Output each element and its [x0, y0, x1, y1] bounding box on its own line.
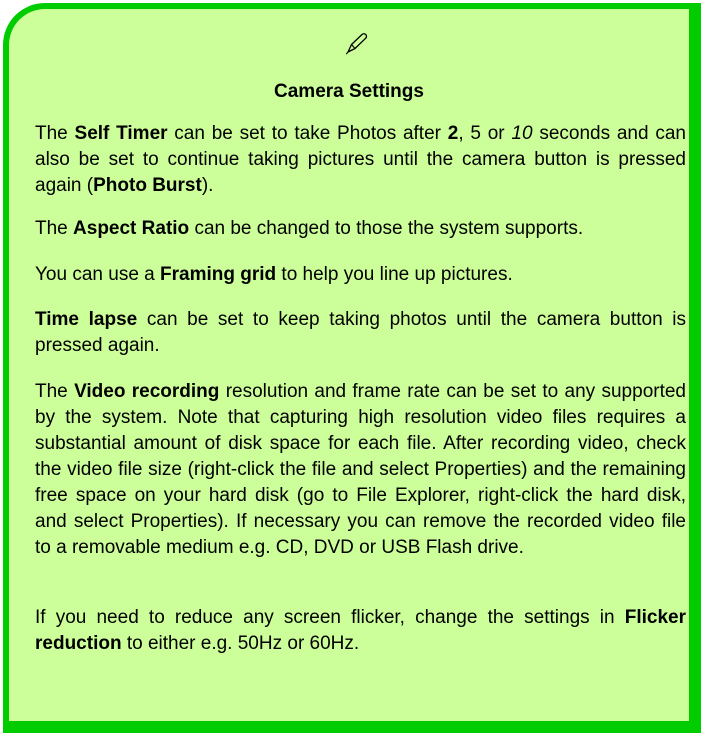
text-segment: ).	[201, 175, 214, 196]
paragraph-aspect-ratio: The Aspect Ratio can be changed to those…	[35, 216, 686, 242]
text-segment: The	[35, 123, 75, 144]
term-self-timer: Self Timer	[74, 123, 168, 144]
text-segment: If you need to reduce any screen flicker…	[35, 607, 625, 628]
value-two-seconds: 2	[447, 123, 459, 144]
text-segment: to help you line up pictures.	[276, 264, 513, 285]
term-time-lapse: Time lapse	[35, 309, 138, 330]
note-title: Camera Settings	[274, 81, 424, 102]
text-segment: resolution and frame rate can be set to …	[35, 381, 686, 558]
term-aspect-ratio: Aspect Ratio	[73, 218, 190, 239]
paragraph-framing-grid: You can use a Framing grid to help you l…	[35, 262, 686, 288]
term-framing-grid: Framing grid	[160, 264, 277, 285]
value-ten-seconds: 10	[511, 123, 533, 144]
text-segment: The	[35, 218, 74, 239]
pen-icon	[345, 33, 368, 55]
text-segment: You can use a	[35, 264, 161, 285]
text-segment: to either e.g. 50Hz or 60Hz.	[121, 633, 360, 654]
text-segment: can be set to take Photos after	[167, 123, 448, 144]
paragraph-flicker-reduction: If you need to reduce any screen flicker…	[35, 605, 686, 657]
text-segment: can be changed to those the system suppo…	[189, 218, 584, 239]
paragraph-self-timer: The Self Timer can be set to take Photos…	[35, 121, 686, 199]
paragraph-video-recording: The Video recording resolution and frame…	[35, 379, 686, 561]
term-photo-burst: Photo Burst	[93, 175, 202, 196]
paragraph-time-lapse: Time lapse can be set to keep taking pho…	[35, 307, 686, 359]
term-video-recording: Video recording	[74, 381, 220, 402]
text-segment: , 5 or	[458, 123, 512, 144]
note-box: Camera Settings The Self Timer can be se…	[3, 3, 701, 733]
text-segment: The	[35, 381, 75, 402]
